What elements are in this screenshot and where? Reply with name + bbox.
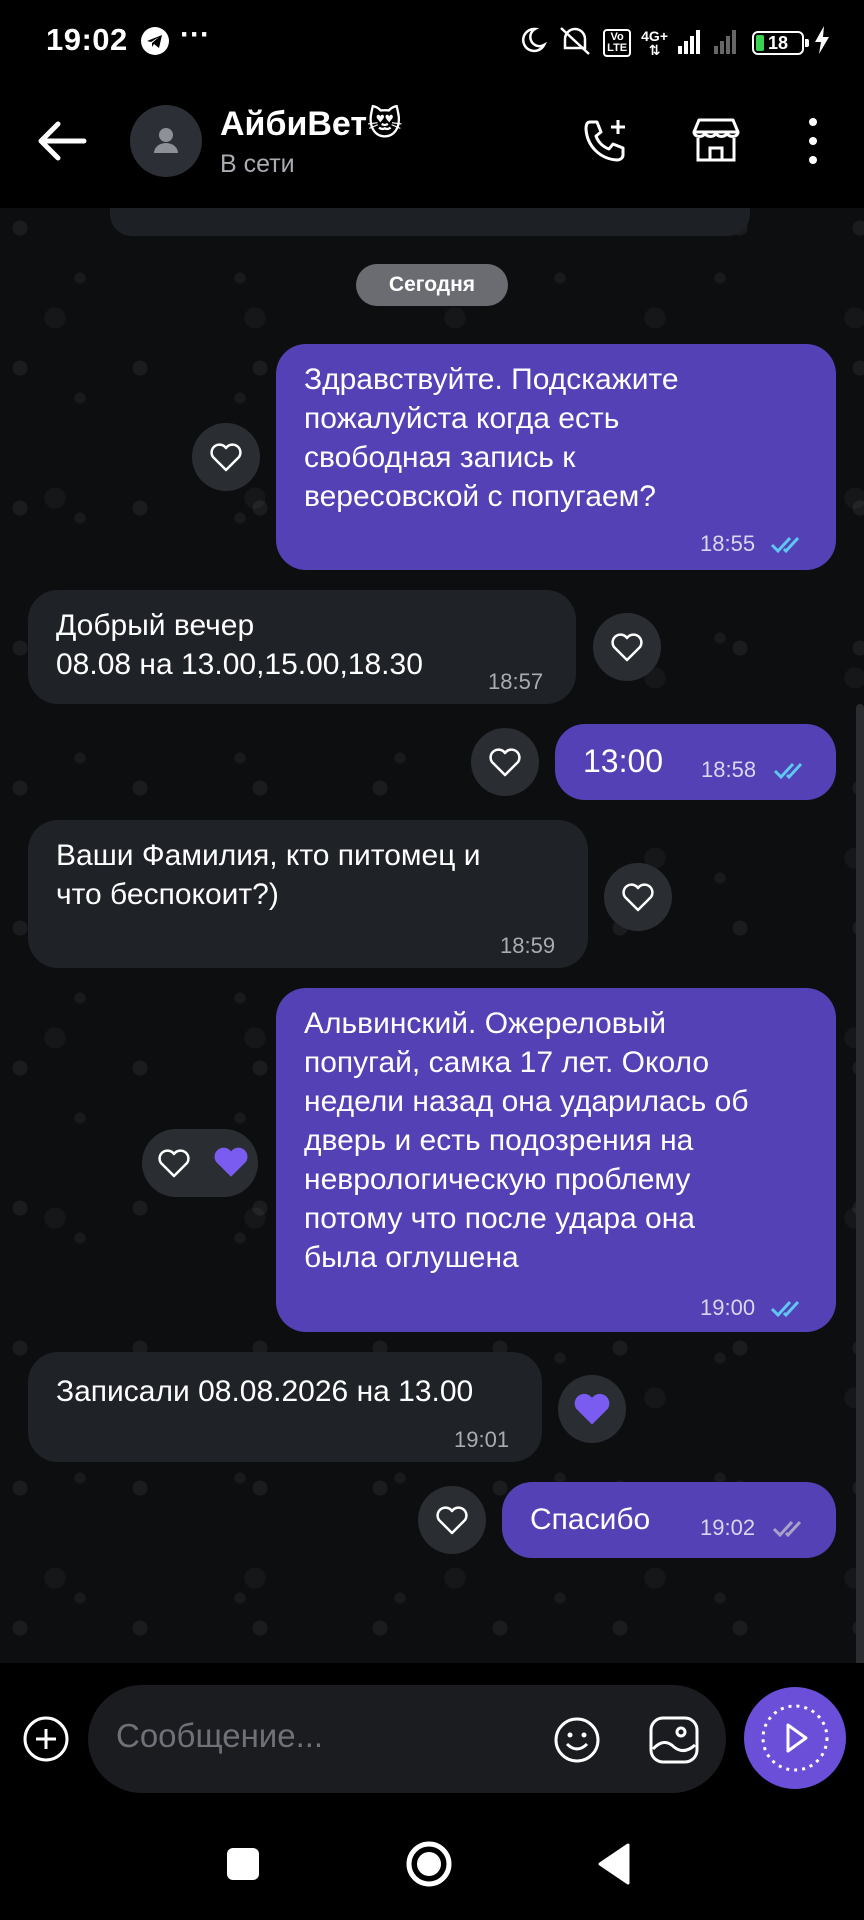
message-text: 13:00 — [583, 743, 664, 779]
outgoing-message[interactable]: Здравствуйте. Подскажите пожалуйста когд… — [276, 344, 836, 570]
like-heart-icon[interactable] — [471, 728, 539, 796]
chat-title[interactable]: АйбиВет😻 — [220, 104, 402, 144]
telegram-icon — [140, 26, 170, 61]
message-text: Спасибо — [530, 1503, 651, 1536]
like-heart-icon[interactable] — [604, 863, 672, 931]
more-notifications-icon: ··· — [180, 18, 210, 51]
battery-icon: 18 — [752, 30, 809, 55]
volte-bottom: LTE — [607, 41, 628, 54]
more-vertical-icon[interactable] — [798, 114, 828, 173]
network-type: 4G+ — [641, 27, 668, 44]
previous-message-bubble — [110, 208, 750, 236]
home-icon[interactable] — [404, 1839, 454, 1894]
message-time: 18:57 — [488, 669, 544, 694]
status-time: 19:02 — [46, 22, 128, 57]
like-heart-icon[interactable] — [192, 423, 260, 491]
message-text: Ваши Фамилия, кто питомец и что беспокои… — [56, 839, 481, 911]
call-add-icon[interactable] — [578, 114, 632, 173]
message-time: 19:01 — [454, 1427, 510, 1452]
read-ticks-icon — [773, 752, 811, 791]
volte-icon: Vo LTE — [603, 28, 632, 57]
liked-heart-icon[interactable] — [558, 1375, 626, 1443]
like-heart-icon[interactable] — [418, 1486, 486, 1554]
mute-bell-icon — [557, 24, 593, 61]
reaction-group[interactable] — [142, 1129, 258, 1197]
voice-video-record-button[interactable] — [744, 1687, 846, 1789]
message-time: 18:58 — [701, 757, 757, 782]
emoji-icon[interactable] — [552, 1715, 602, 1770]
network-4g-label: 4G+ ⇅ — [641, 27, 668, 58]
status-bar: 19:02 ··· Vo LTE 4G+ ⇅ 18 — [0, 0, 864, 90]
message-input[interactable]: Сообщение... — [88, 1685, 726, 1793]
like-heart-icon[interactable] — [593, 613, 661, 681]
back-arrow-icon[interactable] — [36, 118, 88, 169]
plus-icon[interactable] — [22, 1715, 70, 1768]
message-input-placeholder: Сообщение... — [116, 1717, 324, 1754]
charging-icon — [814, 26, 830, 59]
battery-level: 18 — [767, 32, 789, 53]
system-nav-bar — [0, 1813, 864, 1920]
like-heart-icon[interactable] — [156, 1147, 192, 1184]
outgoing-message[interactable]: Спасибо 19:02 — [502, 1482, 836, 1558]
outgoing-message[interactable]: 13:00 18:58 — [555, 724, 836, 800]
message-time: 19:02 — [700, 1515, 756, 1540]
read-ticks-icon — [770, 526, 808, 565]
avatar[interactable] — [130, 105, 202, 177]
incoming-message[interactable]: Ваши Фамилия, кто питомец и что беспокои… — [28, 820, 588, 968]
message-text: Записали 08.08.2026 на 13.00 — [56, 1375, 474, 1408]
incoming-message[interactable]: Добрый вечер 08.08 на 13.00,15.00,18.30 … — [28, 590, 576, 704]
online-status: В сети — [220, 150, 295, 178]
message-time: 18:55 — [700, 531, 756, 556]
liked-heart-icon[interactable] — [212, 1145, 250, 1184]
date-divider: Сегодня — [356, 264, 508, 306]
moon-icon — [517, 25, 548, 60]
shop-icon[interactable] — [688, 114, 744, 173]
signal-icon — [678, 26, 742, 59]
message-time: 18:59 — [500, 933, 556, 958]
chat-header: АйбиВет😻 В сети — [0, 90, 864, 208]
scrollbar[interactable] — [856, 704, 864, 1663]
delivered-ticks-icon — [772, 1510, 810, 1549]
outgoing-message[interactable]: Альвинский. Ожереловый попугай, самка 17… — [276, 988, 836, 1332]
gallery-icon[interactable] — [648, 1715, 700, 1770]
read-ticks-icon — [770, 1290, 808, 1329]
message-text: Здравствуйте. Подскажите пожалуйста когд… — [304, 363, 679, 513]
recents-icon[interactable] — [226, 1847, 260, 1886]
message-text: Добрый вечер 08.08 на 13.00,15.00,18.30 — [56, 609, 423, 681]
message-time: 19:00 — [700, 1295, 756, 1320]
composer-bar: Сообщение... — [0, 1663, 864, 1813]
back-nav-icon[interactable] — [596, 1843, 632, 1890]
message-text: Альвинский. Ожереловый попугай, самка 17… — [304, 1007, 749, 1274]
incoming-message[interactable]: Записали 08.08.2026 на 13.00 19:01 — [28, 1352, 542, 1462]
message-list[interactable]: Сегодня Здравствуйте. Подскажите пожалуй… — [0, 208, 864, 1663]
